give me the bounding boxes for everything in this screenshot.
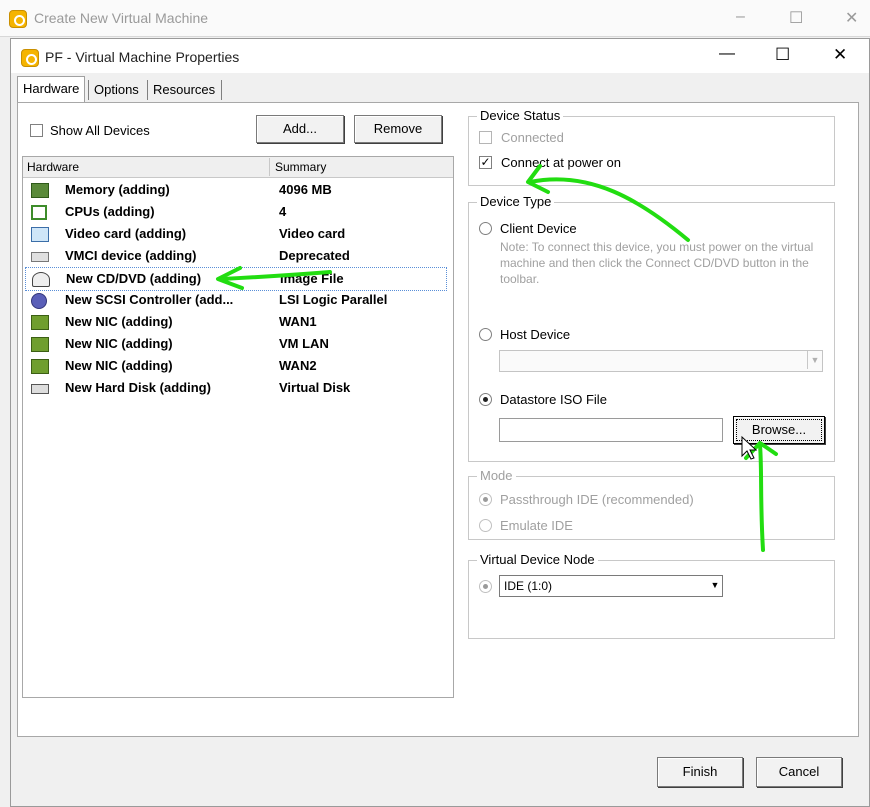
row-name: VMCI device (adding) [65,248,197,263]
row-summary: LSI Logic Parallel [279,292,388,307]
outer-minimize-button[interactable]: – [736,8,745,26]
outer-window-title: Create New Virtual Machine [34,10,209,26]
finish-button[interactable]: Finish [657,757,743,787]
emulate-ide-radio[interactable] [479,519,492,532]
column-header-hardware[interactable]: Hardware [27,160,79,174]
row-name: New Hard Disk (adding) [65,380,211,395]
virtual-device-node-radio[interactable] [479,580,492,593]
host-device-label: Host Device [500,327,571,342]
row-name: CPUs (adding) [65,204,155,219]
vmci-icon [31,252,49,262]
outer-maximize-button[interactable]: ☐ [789,8,803,28]
datastore-iso-path-input[interactable] [499,418,723,442]
hardware-row-vmci[interactable]: VMCI device (adding) Deprecated [25,245,445,267]
vm-properties-dialog: PF - Virtual Machine Properties — ☐ ✕ Ha… [10,38,870,807]
row-summary: Video card [279,226,346,241]
dialog-title: PF - Virtual Machine Properties [45,49,240,65]
tab-hardware[interactable]: Hardware [17,76,86,103]
passthrough-ide-radio[interactable] [479,493,492,506]
nic-icon [31,359,49,374]
outer-window-titlebar: Create New Virtual Machine – ☐ ✕ [0,0,870,37]
row-summary: 4 [279,204,287,219]
tab-resources[interactable]: Resources [148,79,220,101]
device-status-group [468,116,835,186]
add-device-button[interactable]: Add... [256,115,344,143]
device-type-label: Device Type [477,194,555,209]
hardware-row-nic-wan2[interactable]: New NIC (adding) WAN2 [25,355,445,377]
hardware-row-memory[interactable]: Memory (adding) 4096 MB [25,179,445,201]
connected-checkbox[interactable] [479,131,492,144]
vsphere-logo-icon [21,49,39,67]
chevron-down-icon: ▼ [807,351,822,369]
row-summary: WAN1 [279,314,317,329]
device-status-label: Device Status [477,108,564,123]
row-name: Video card (adding) [65,226,187,241]
row-name: New CD/DVD (adding) [66,271,202,286]
row-summary: Image File [280,271,344,286]
datastore-iso-radio[interactable] [479,393,492,406]
row-name: Memory (adding) [65,182,170,197]
mode-label: Mode [477,468,516,483]
browse-button[interactable]: Browse... [733,416,825,444]
row-summary: Deprecated [279,248,350,263]
chevron-down-icon: ▼ [710,580,720,590]
hardware-list: Hardware Summary Memory (adding) 4096 MB… [22,156,454,698]
virtual-device-node-group [468,560,835,639]
tab-options[interactable]: Options [89,79,144,101]
nic-icon [31,315,49,330]
host-device-select[interactable]: ▼ [499,350,823,372]
outer-close-button[interactable]: ✕ [845,8,858,28]
tab-divider [221,80,222,100]
dialog-maximize-button[interactable]: ☐ [775,45,790,65]
hardware-row-scsi-controller[interactable]: New SCSI Controller (add... LSI Logic Pa… [25,289,445,311]
row-summary: 4096 MB [279,182,332,197]
column-divider [269,158,270,176]
hardware-tab-panel: Show All Devices Add... Remove Hardware … [17,102,859,737]
cancel-button[interactable]: Cancel [756,757,842,787]
virtual-device-node-label: Virtual Device Node [477,552,598,567]
client-device-note: Note: To connect this device, you must p… [500,240,814,286]
hardware-row-cd-dvd[interactable]: New CD/DVD (adding) Image File [25,267,447,291]
cpu-icon [31,205,47,220]
show-all-devices-checkbox[interactable] [30,124,43,137]
show-all-devices-label: Show All Devices [50,123,150,138]
row-name: New NIC (adding) [65,314,173,329]
hardware-row-nic-vmlan[interactable]: New NIC (adding) VM LAN [25,333,445,355]
memory-icon [31,183,49,198]
remove-device-button[interactable]: Remove [354,115,442,143]
row-name: New SCSI Controller (add... [65,292,234,307]
hard-disk-icon [31,384,49,394]
hardware-row-cpus[interactable]: CPUs (adding) 4 [25,201,445,223]
row-name: New NIC (adding) [65,336,173,351]
client-device-radio[interactable] [479,222,492,235]
column-header-summary[interactable]: Summary [275,160,326,174]
row-summary: Virtual Disk [279,380,351,395]
row-summary: WAN2 [279,358,317,373]
virtual-device-node-value: IDE (1:0) [504,579,553,593]
row-name: New NIC (adding) [65,358,173,373]
connect-at-power-on-checkbox[interactable]: ✓ [479,156,492,169]
hardware-list-header: Hardware Summary [23,157,453,178]
hardware-row-hard-disk[interactable]: New Hard Disk (adding) Virtual Disk [25,377,445,399]
dialog-minimize-button[interactable]: — [719,45,735,63]
vsphere-logo-icon [9,10,27,28]
video-card-icon [31,227,49,242]
row-summary: VM LAN [279,336,329,351]
nic-icon [31,337,49,352]
emulate-ide-label: Emulate IDE [500,518,573,533]
virtual-device-node-select[interactable]: IDE (1:0) ▼ [499,575,723,597]
dialog-close-button[interactable]: ✕ [833,45,847,65]
cd-dvd-icon [32,272,50,287]
datastore-iso-label: Datastore ISO File [500,392,607,407]
connected-label: Connected [501,130,564,145]
client-device-label: Client Device [500,221,577,236]
connect-at-power-on-label: Connect at power on [501,155,621,170]
host-device-radio[interactable] [479,328,492,341]
dialog-titlebar: PF - Virtual Machine Properties — ☐ ✕ [11,39,869,73]
hardware-row-nic-wan1[interactable]: New NIC (adding) WAN1 [25,311,445,333]
scsi-controller-icon [31,293,47,309]
hardware-row-video-card[interactable]: Video card (adding) Video card [25,223,445,245]
passthrough-ide-label: Passthrough IDE (recommended) [500,492,694,507]
